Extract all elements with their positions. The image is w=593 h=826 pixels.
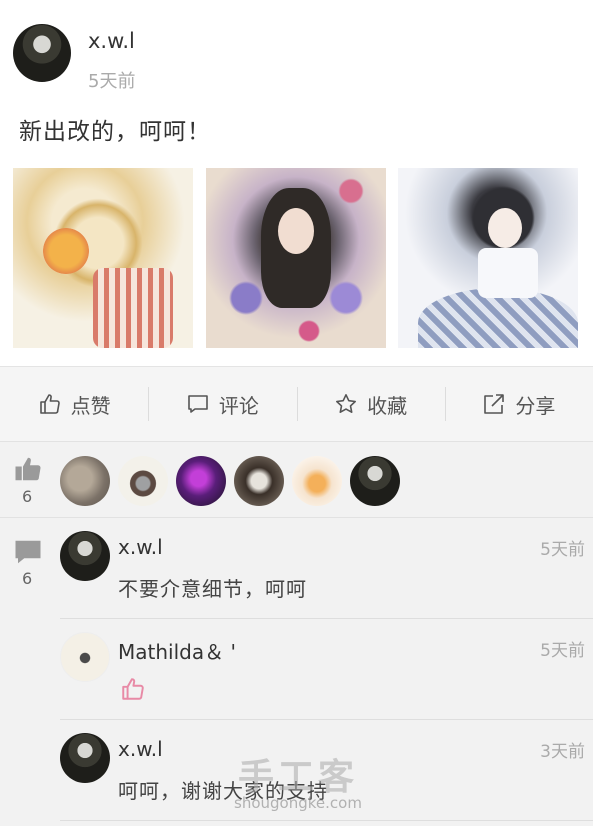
- commenter-name[interactable]: Mathilda＆ ': [118, 636, 236, 665]
- comments-count: 6: [22, 569, 33, 588]
- comments-section: 6 x.w.l 5天前 不要介意细节，呵呵 Mathilda＆ ' 5天前 x.…: [0, 519, 593, 826]
- comment-item: Mathilda＆ ' 5天前: [60, 620, 593, 720]
- comment-item: x.w.l 3天前 呵呵，谢谢大家的支持: [60, 721, 593, 821]
- favorite-label: 收藏: [367, 393, 408, 418]
- liker-avatar-4[interactable]: [234, 456, 284, 506]
- liker-avatar-1[interactable]: [60, 456, 110, 506]
- comment-button[interactable]: 评论: [148, 387, 296, 421]
- author-name[interactable]: x.w.l: [88, 29, 135, 53]
- share-button[interactable]: 分享: [444, 387, 593, 421]
- commenter-avatar[interactable]: [60, 733, 110, 783]
- share-icon: [484, 394, 505, 414]
- author-avatar[interactable]: [13, 24, 71, 82]
- post-text: 新出改的，呵呵！: [19, 119, 211, 145]
- favorite-button[interactable]: 收藏: [296, 387, 445, 421]
- comment-label: 评论: [218, 393, 259, 418]
- comment-filled-icon: [15, 540, 41, 564]
- star-icon: [336, 394, 357, 413]
- comment-text: 不要介意细节，呵呵: [118, 577, 307, 601]
- pink-thumbs-up-icon: [122, 678, 144, 700]
- post-time: 5天前: [88, 71, 136, 92]
- comment-item: x.w.l 5天前 不要介意细节，呵呵: [60, 519, 593, 619]
- like-label: 点赞: [70, 393, 111, 418]
- like-button[interactable]: 点赞: [0, 387, 148, 421]
- commenter-avatar[interactable]: [60, 632, 110, 682]
- thumbs-up-filled-icon: [15, 457, 41, 481]
- post-photo-3[interactable]: [398, 168, 578, 348]
- commenter-avatar[interactable]: [60, 531, 110, 581]
- liker-avatar-3[interactable]: [176, 456, 226, 506]
- comment-time: 5天前: [540, 641, 585, 661]
- commenter-name[interactable]: x.w.l: [118, 737, 163, 761]
- post-photo-2[interactable]: [206, 168, 386, 348]
- liker-avatar-2[interactable]: [118, 456, 168, 506]
- post-card: x.w.l 5天前 新出改的，呵呵！: [0, 0, 593, 366]
- likes-row: 6: [0, 442, 593, 518]
- commenter-name[interactable]: x.w.l: [118, 535, 163, 559]
- post-photo-1[interactable]: [13, 168, 193, 348]
- share-label: 分享: [515, 393, 556, 418]
- liker-avatar-6[interactable]: [350, 456, 400, 506]
- action-bar: 点赞 评论 收藏 分享: [0, 366, 593, 442]
- liker-avatar-5[interactable]: [292, 456, 342, 506]
- comment-icon: [188, 395, 208, 413]
- comment-time: 3天前: [540, 742, 585, 762]
- comment-text: 呵呵，谢谢大家的支持: [118, 779, 328, 803]
- thumbs-up-icon: [39, 394, 60, 414]
- likes-count: 6: [22, 487, 33, 506]
- comment-time: 5天前: [540, 540, 585, 560]
